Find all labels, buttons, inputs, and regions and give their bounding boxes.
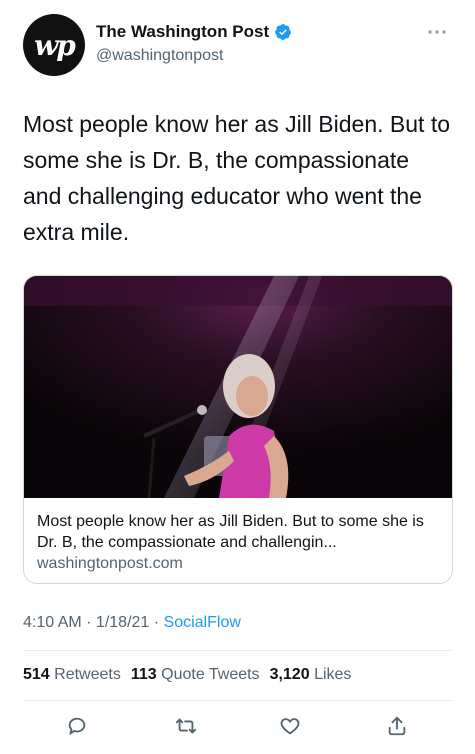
display-name[interactable]: The Washington Post xyxy=(96,22,269,42)
like-icon[interactable] xyxy=(276,712,304,740)
card-title: Most people know her as Jill Biden. But … xyxy=(37,513,424,551)
link-card[interactable]: Most people know her as Jill Biden. But … xyxy=(23,275,453,584)
author-name-row: The Washington Post xyxy=(96,22,292,42)
retweets-stat[interactable]: 514 Retweets xyxy=(23,666,121,684)
retweets-count: 514 xyxy=(23,666,50,683)
meta-separator: · xyxy=(81,614,96,631)
likes-count: 3,120 xyxy=(269,666,310,683)
handle[interactable]: @washingtonpost xyxy=(96,47,223,65)
action-bar xyxy=(0,712,475,742)
retweet-icon[interactable] xyxy=(172,712,200,740)
share-icon[interactable] xyxy=(383,712,411,740)
card-image xyxy=(24,276,452,498)
avatar-logo-text: wp xyxy=(34,28,76,62)
quotes-count: 113 xyxy=(130,666,157,683)
tweet-meta: 4:10 AM · 1/18/21 · SocialFlow xyxy=(23,614,241,632)
divider xyxy=(23,650,452,651)
reply-icon[interactable] xyxy=(63,712,91,740)
tweet-text: Most people know her as Jill Biden. But … xyxy=(23,111,451,245)
verified-badge-icon xyxy=(275,24,292,40)
quote-tweets-stat[interactable]: 113 Quote Tweets xyxy=(131,666,260,684)
tweet-time[interactable]: 4:10 AM xyxy=(23,614,82,631)
divider xyxy=(23,700,452,701)
more-icon[interactable] xyxy=(424,22,450,42)
avatar[interactable]: wp xyxy=(23,14,85,76)
meta-separator: · xyxy=(149,614,164,631)
quotes-label: Quote Tweets xyxy=(161,666,260,683)
engagement-stats: 514 Retweets 113 Quote Tweets 3,120 Like… xyxy=(23,666,361,684)
tweet-source[interactable]: SocialFlow xyxy=(164,614,241,631)
retweets-label: Retweets xyxy=(54,666,121,683)
likes-stat[interactable]: 3,120 Likes xyxy=(270,666,352,684)
card-domain: washingtonpost.com xyxy=(37,555,183,572)
tweet-date[interactable]: 1/18/21 xyxy=(96,614,149,631)
likes-label: Likes xyxy=(314,666,352,683)
